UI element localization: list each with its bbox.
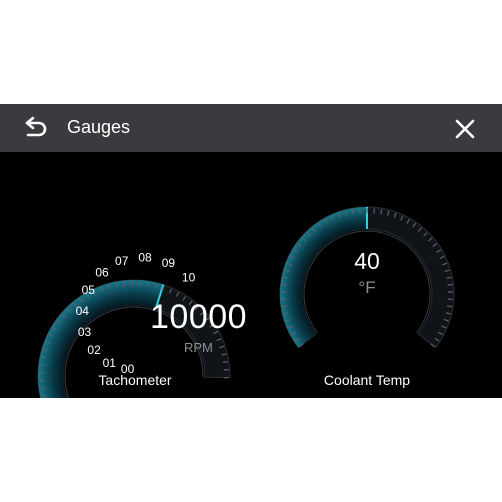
tachometer-scale-label: 08 bbox=[138, 251, 152, 265]
tachometer-scale-label: 07 bbox=[115, 254, 129, 268]
tachometer-scale-label: 10 bbox=[182, 271, 196, 285]
gauges-canvas: 0001020304050607 08 0910 bbox=[37, 206, 455, 398]
tachometer-value: 10000 bbox=[150, 298, 248, 336]
tachometer-scale-label: 01 bbox=[103, 356, 117, 370]
tachometer-scale-label: 09 bbox=[162, 256, 176, 270]
gauges-screen: Gauges 00 01 02 03 04 05 06 07 08 09 10 … bbox=[0, 104, 502, 398]
coolant-value: 40 bbox=[354, 248, 380, 274]
tachometer-scale-label: 06 bbox=[95, 266, 109, 280]
coolant-unit: °F bbox=[358, 278, 376, 297]
tachometer-scale-label: 04 bbox=[76, 304, 90, 318]
tachometer-scale-label: 05 bbox=[82, 283, 96, 297]
tachometer-label: Tachometer bbox=[98, 372, 172, 388]
coolant-label: Coolant Temp bbox=[323, 372, 411, 388]
tachometer-scale-label: 03 bbox=[78, 325, 92, 339]
tachometer-unit: RPM bbox=[184, 340, 213, 355]
tachometer-scale-label: 02 bbox=[87, 343, 101, 357]
